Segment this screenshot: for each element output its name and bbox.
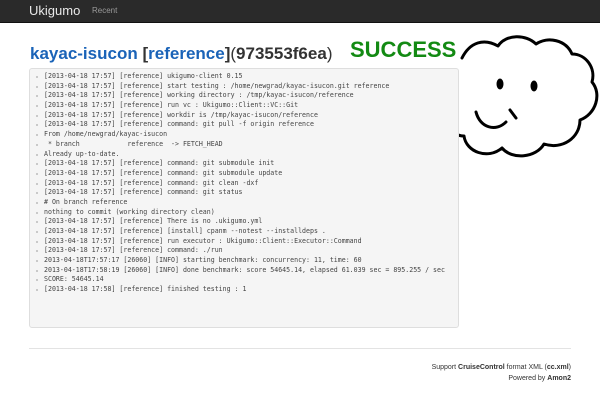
powered-prefix: Powered by <box>508 375 548 382</box>
log-line: [2013-04-18 17:57] [reference] command: … <box>30 159 458 169</box>
commit-hash: 973553f6ea <box>236 44 327 63</box>
footer-powered-line: Powered by Amon2 <box>508 375 571 382</box>
cc-xml-link[interactable]: cc.xml <box>547 364 569 371</box>
page-title: kayac-isucon [reference](973553f6ea) <box>30 44 332 64</box>
log-line: [2013-04-18 17:57] [reference] command: … <box>30 246 458 256</box>
log-line: [2013-04-18 17:57] [reference] There is … <box>30 217 458 227</box>
project-name[interactable]: kayac-isucon <box>30 44 138 63</box>
top-navbar: Ukigumo Recent <box>0 0 600 23</box>
log-line: 2013-04-18T17:58:19 [26060] [INFO] done … <box>30 266 458 276</box>
log-line: Already up-to-date. <box>30 150 458 160</box>
log-line: [2013-04-18 17:57] [reference] [install]… <box>30 227 458 237</box>
cruisecontrol-link[interactable]: CruiseControl <box>458 364 505 371</box>
format-text: format XML ( <box>504 364 547 371</box>
log-line: * branch reference -> FETCH_HEAD <box>30 140 458 150</box>
brand-logo[interactable]: Ukigumo <box>29 3 80 18</box>
nav-recent-link[interactable]: Recent <box>92 6 117 15</box>
build-log: [2013-04-18 17:57] [reference] ukigumo-c… <box>29 68 459 328</box>
close-paren: ) <box>568 364 571 371</box>
log-line: 2013-04-18T17:57:17 [26060] [INFO] start… <box>30 256 458 266</box>
log-line: [2013-04-18 17:57] [reference] command: … <box>30 188 458 198</box>
log-line: # On branch reference <box>30 198 458 208</box>
log-line: [2013-04-18 17:57] [reference] working d… <box>30 91 458 101</box>
log-line: [2013-04-18 17:57] [reference] start tes… <box>30 82 458 92</box>
log-line: [2013-04-18 17:57] [reference] ukigumo-c… <box>30 72 458 82</box>
footer-support-line: Support CruiseControl format XML (cc.xml… <box>432 364 571 371</box>
footer-divider <box>29 348 571 349</box>
log-line: [2013-04-18 17:57] [reference] command: … <box>30 179 458 189</box>
log-line: From /home/newgrad/kayac-isucon <box>30 130 458 140</box>
log-line: [2013-04-18 17:57] [reference] run execu… <box>30 237 458 247</box>
amon2-link[interactable]: Amon2 <box>547 375 571 382</box>
commit-close-paren: ) <box>326 44 333 63</box>
log-line: [2013-04-18 17:57] [reference] command: … <box>30 169 458 179</box>
branch-name[interactable]: reference <box>148 44 225 63</box>
log-line: SCORE: 54645.14 <box>30 275 458 285</box>
log-line: [2013-04-18 17:57] [reference] workdir i… <box>30 111 458 121</box>
log-line: nothing to commit (working directory cle… <box>30 208 458 218</box>
log-line: [2013-04-18 17:57] [reference] run vc : … <box>30 101 458 111</box>
log-line: [2013-04-18 17:57] [reference] command: … <box>30 120 458 130</box>
cloud-mascot-drawing <box>447 35 599 158</box>
support-prefix: Support <box>431 364 459 371</box>
log-line: [2013-04-18 17:58] [reference] finished … <box>30 285 458 295</box>
